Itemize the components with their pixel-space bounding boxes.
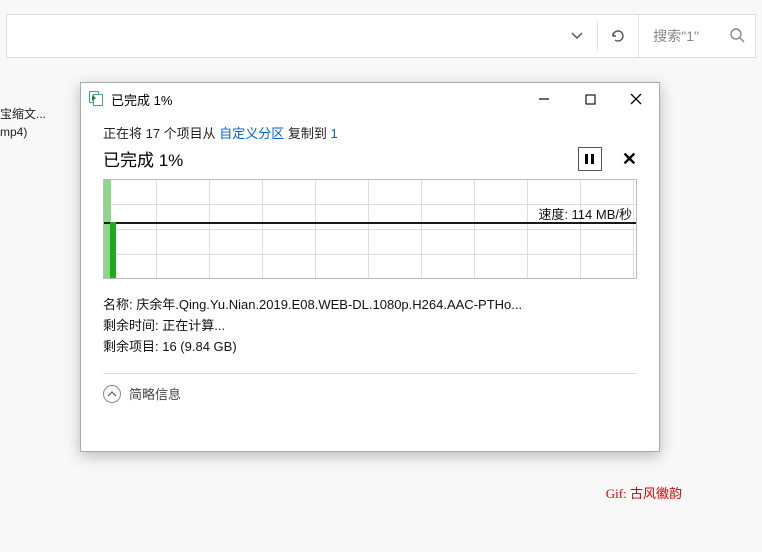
window-controls <box>521 84 659 114</box>
close-icon <box>630 93 642 105</box>
file-item[interactable]: 宝缩文... mp4) <box>0 105 46 141</box>
source-link[interactable]: 自定义分区 <box>219 126 284 141</box>
dropdown-button[interactable] <box>557 15 597 57</box>
speed-graph: 速度: 114 MB/秒 <box>103 179 637 279</box>
search-box[interactable]: 搜索"1" <box>638 15 755 57</box>
detail-name: 名称: 庆余年.Qing.Yu.Nian.2019.E08.WEB-DL.108… <box>103 295 637 316</box>
explorer-toolbar: 搜索"1" <box>6 14 756 58</box>
copy-icon <box>89 91 105 107</box>
pause-button[interactable] <box>578 147 602 171</box>
window-title: 已完成 1% <box>111 90 172 109</box>
search-placeholder: 搜索"1" <box>653 26 699 46</box>
maximize-button[interactable] <box>567 84 613 114</box>
file-line1: 宝缩文... <box>0 105 46 123</box>
chevron-up-icon <box>103 385 121 403</box>
dest-link[interactable]: 1 <box>331 126 338 141</box>
brief-label: 简略信息 <box>129 384 181 403</box>
brief-info-toggle[interactable]: 简略信息 <box>103 384 637 413</box>
progress-actions: ✕ <box>578 147 637 171</box>
minimize-button[interactable] <box>521 84 567 114</box>
refresh-button[interactable] <box>598 15 638 57</box>
chevron-down-icon <box>571 30 583 42</box>
search-icon <box>729 27 745 46</box>
copy-description: 正在将 17 个项目从 自定义分区 复制到 1 <box>103 123 637 142</box>
maximize-icon <box>585 94 596 105</box>
refresh-icon <box>610 28 626 44</box>
progress-header: 已完成 1% ✕ <box>103 146 637 171</box>
progress-label: 已完成 1% <box>103 146 183 171</box>
detail-remaining-items: 剩余项目: 16 (9.84 GB) <box>103 337 637 358</box>
copy-prefix: 正在将 17 个项目从 <box>103 126 219 141</box>
minimize-icon <box>538 93 550 105</box>
watermark: Gif: 古风徽韵 <box>606 483 682 502</box>
cancel-button[interactable]: ✕ <box>622 150 637 168</box>
detail-remaining-time: 剩余时间: 正在计算... <box>103 316 637 337</box>
file-line2: mp4) <box>0 123 46 141</box>
divider <box>103 373 637 374</box>
speed-label: 速度: 114 MB/秒 <box>538 204 632 223</box>
graph-spike <box>110 222 116 278</box>
copy-mid: 复制到 <box>284 126 330 141</box>
toolbar-right-controls: 搜索"1" <box>557 15 755 57</box>
titlebar: 已完成 1% <box>81 83 659 115</box>
details-block: 名称: 庆余年.Qing.Yu.Nian.2019.E08.WEB-DL.108… <box>103 295 637 357</box>
close-button[interactable] <box>613 84 659 114</box>
copy-progress-dialog: 已完成 1% 正在将 17 个项目从 自定义分区 复制到 1 已完成 1% ✕ <box>80 82 660 452</box>
pause-icon <box>585 154 594 164</box>
dialog-body: 正在将 17 个项目从 自定义分区 复制到 1 已完成 1% ✕ 速度: 114… <box>81 115 659 451</box>
